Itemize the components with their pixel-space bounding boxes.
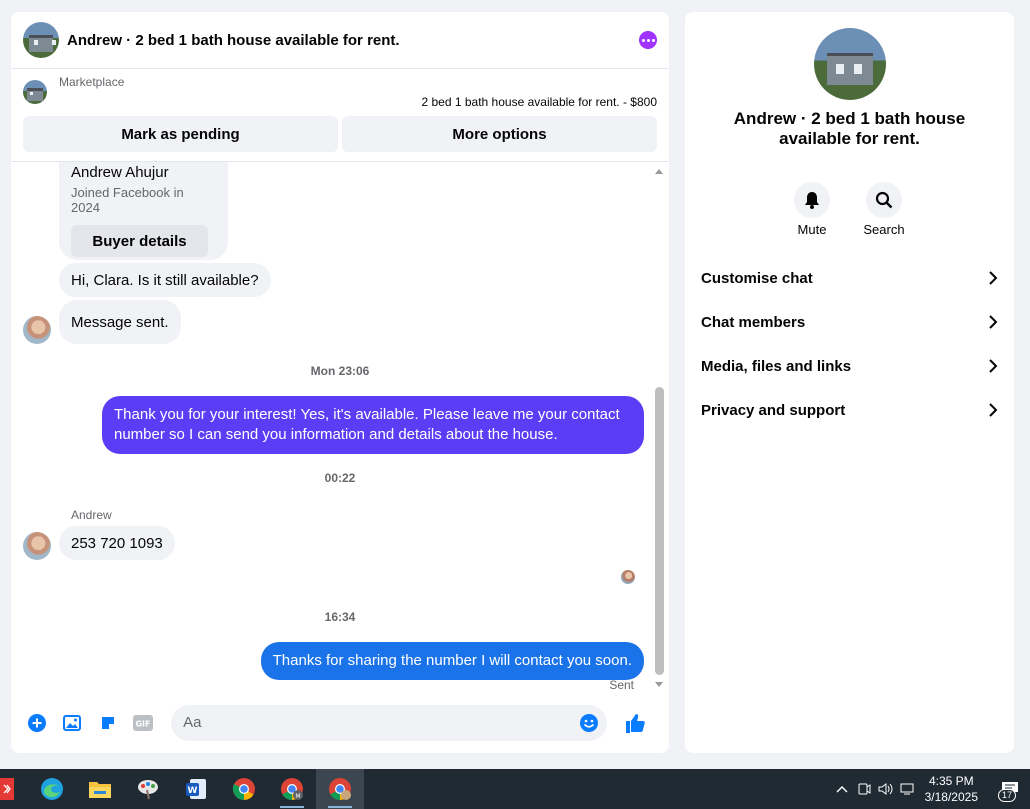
sticker-icon[interactable]: [94, 709, 122, 737]
mute-label: Mute: [797, 222, 827, 237]
svg-text:M: M: [295, 793, 300, 800]
taskbar: W M 4:35 PM 3/18/2025 17: [0, 769, 1030, 809]
scroll-down-arrow[interactable]: [655, 682, 663, 687]
scroll-up-arrow[interactable]: [655, 169, 663, 174]
chrome-profile-icon[interactable]: M: [268, 769, 316, 809]
menu-item-media-files-links[interactable]: Media, files and links: [685, 344, 1014, 388]
outgoing-message[interactable]: Thanks for sharing the number I will con…: [260, 642, 644, 680]
listing-photo[interactable]: [814, 28, 886, 100]
clock[interactable]: 4:35 PM 3/18/2025: [925, 773, 978, 805]
mark-as-pending-button[interactable]: Mark as pending: [23, 116, 338, 152]
mute-action[interactable]: Mute: [782, 182, 842, 237]
chat-info-panel: Andrew · 2 bed 1 bath house available fo…: [685, 12, 1014, 753]
menu-item-chat-members[interactable]: Chat members: [685, 300, 1014, 344]
chat-panel: Andrew · 2 bed 1 bath house available fo…: [11, 12, 669, 753]
timestamp: 16:34: [324, 610, 356, 624]
network-icon[interactable]: [897, 769, 919, 809]
search-label: Search: [863, 222, 905, 237]
buyer-profile-card: Andrew Ahujur Joined Facebook in 2024 Bu…: [59, 162, 228, 260]
paint-icon[interactable]: [124, 769, 172, 809]
chevron-right-icon: [989, 403, 998, 417]
message-status: Sent: [609, 678, 634, 692]
incoming-message[interactable]: Hi, Clara. Is it still available?: [59, 263, 271, 297]
clock-time: 4:35 PM: [928, 774, 974, 788]
sender-avatar[interactable]: [23, 316, 51, 344]
image-icon[interactable]: [59, 709, 87, 737]
menu-item-label: Media, files and links: [701, 357, 852, 375]
thumbs-up-icon[interactable]: [621, 709, 649, 737]
menu-item-label: Chat members: [701, 313, 806, 331]
svg-text:GIF: GIF: [136, 719, 151, 728]
search-icon[interactable]: [866, 182, 902, 218]
more-options-button[interactable]: More options: [342, 116, 657, 152]
chevron-up-icon[interactable]: [831, 769, 853, 809]
listing-thumbnail[interactable]: [23, 22, 59, 58]
chevron-right-icon: [989, 271, 998, 285]
file-explorer-icon[interactable]: [76, 769, 124, 809]
pinned-app-icon[interactable]: [0, 778, 14, 800]
clock-date: 3/18/2025: [924, 790, 978, 804]
menu-item-label: Privacy and support: [701, 401, 846, 419]
chevron-right-icon: [989, 359, 998, 373]
more-dots-icon[interactable]: [639, 31, 657, 49]
system-tray: 4:35 PM 3/18/2025 17: [831, 769, 1030, 809]
message-list[interactable]: Andrew Ahujur Joined Facebook in 2024 Bu…: [11, 162, 669, 692]
incoming-message[interactable]: 253 720 1093: [59, 526, 175, 560]
message-composer: GIF: [11, 692, 669, 753]
menu-item-label: Customise chat: [701, 269, 813, 287]
listing-mini-thumbnail: [23, 80, 47, 104]
incoming-message[interactable]: Message sent.: [59, 300, 181, 344]
search-action[interactable]: Search: [854, 182, 914, 237]
buyer-joined: Joined Facebook in 2024: [71, 185, 184, 215]
info-menu: Customise chat Chat members Media, files…: [685, 256, 1014, 432]
chat-header: Andrew · 2 bed 1 bath house available fo…: [11, 12, 669, 69]
emoji-icon[interactable]: [580, 713, 599, 737]
message-input[interactable]: [171, 714, 572, 731]
word-icon[interactable]: W: [172, 769, 220, 809]
chevron-right-icon: [989, 315, 998, 329]
bell-icon[interactable]: [794, 182, 830, 218]
listing-banner: Marketplace 2 bed 1 bath house available…: [11, 69, 669, 162]
chrome-icon[interactable]: [220, 769, 268, 809]
buyer-details-button[interactable]: Buyer details: [71, 225, 208, 257]
notification-count-badge: 17: [997, 789, 1016, 802]
sender-name: Andrew: [71, 508, 112, 522]
seen-indicator-avatar: [621, 570, 635, 584]
scrollbar-thumb[interactable]: [655, 387, 664, 675]
menu-item-privacy-support[interactable]: Privacy and support: [685, 388, 1014, 432]
plus-circle-icon[interactable]: [23, 709, 51, 737]
svg-text:W: W: [188, 786, 198, 796]
timestamp: 00:22: [324, 471, 356, 485]
listing-price[interactable]: 2 bed 1 bath house available for rent. -…: [422, 95, 658, 109]
sender-avatar[interactable]: [23, 532, 51, 560]
outgoing-message[interactable]: Thank you for your interest! Yes, it's a…: [102, 396, 644, 454]
info-title: Andrew · 2 bed 1 bath house available fo…: [733, 109, 966, 148]
gif-icon[interactable]: GIF: [130, 709, 158, 737]
menu-item-customise-chat[interactable]: Customise chat: [685, 256, 1014, 300]
timestamp: Mon 23:06: [310, 364, 370, 378]
edge-icon[interactable]: [28, 769, 76, 809]
chrome-profile-icon-2[interactable]: [316, 769, 364, 809]
chat-title[interactable]: Andrew · 2 bed 1 bath house available fo…: [67, 32, 639, 49]
message-input-wrapper: [171, 704, 608, 741]
volume-icon[interactable]: [875, 769, 897, 809]
buyer-name: Andrew Ahujur: [71, 164, 169, 181]
meet-icon[interactable]: [853, 769, 875, 809]
marketplace-label: Marketplace: [59, 75, 125, 89]
